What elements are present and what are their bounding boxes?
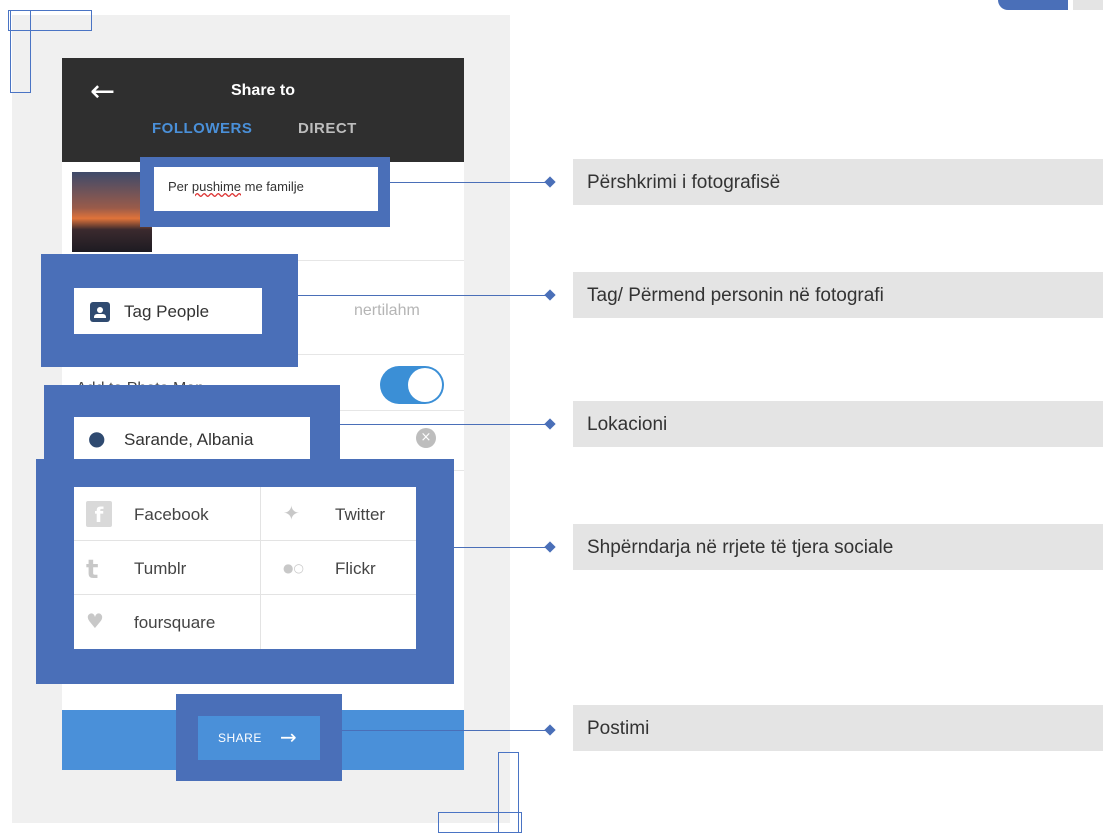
callout-marker <box>544 289 556 301</box>
share-foursquare[interactable]: ♥ foursquare <box>74 595 261 649</box>
twitter-label: Twitter <box>335 505 386 524</box>
flickr-label: Flickr <box>335 559 376 578</box>
clear-x-icon[interactable]: × <box>416 428 436 448</box>
share-tumblr[interactable]: t Tumblr <box>74 541 261 595</box>
misspelled-word: pushime <box>191 179 241 194</box>
tag-people-label: Tag People <box>124 302 210 321</box>
callout-marker <box>544 418 556 430</box>
callout-caption: Përshkrimi i fotografisë <box>573 159 1103 205</box>
corner-mark-vertical <box>10 10 31 93</box>
social-share-grid: f Facebook ✦ Twitter t Tumblr ●○ Flickr … <box>74 487 416 649</box>
tab-direct[interactable]: DIRECT <box>298 120 357 137</box>
share-header: ← Share to FOLLOWERS DIRECT <box>62 58 464 162</box>
callout-connector <box>454 547 546 548</box>
corner-mark-horizontal-bottom <box>438 812 522 833</box>
callout-connector <box>378 182 546 183</box>
callout-marker <box>544 176 556 188</box>
callout-tag: Tag/ Përmend personin në fotografi <box>573 272 1103 318</box>
share-twitter[interactable]: ✦ Twitter <box>261 487 416 541</box>
tumblr-icon: t <box>86 555 99 585</box>
callout-social: Shpërndarja në rrjete të tjera sociale <box>573 524 1103 570</box>
callout-marker <box>544 724 556 736</box>
caption-input[interactable]: Per pushime me familje <box>154 167 378 211</box>
callout-connector <box>298 295 546 296</box>
callout-connector <box>342 730 546 731</box>
facebook-icon: f <box>86 501 112 527</box>
callout-marker <box>544 541 556 553</box>
caption-text: Per pushime me familje <box>168 179 304 194</box>
map-pin-icon: ● <box>88 426 106 450</box>
share-facebook[interactable]: f Facebook <box>74 487 261 541</box>
person-badge-icon <box>90 302 110 322</box>
foursquare-label: foursquare <box>134 613 216 632</box>
top-right-tab-grey <box>1073 0 1103 10</box>
foursquare-icon: ♥ <box>86 609 104 633</box>
share-button[interactable]: SHARE → <box>198 716 320 760</box>
facebook-label: Facebook <box>134 505 209 524</box>
tumblr-label: Tumblr <box>134 559 187 578</box>
arrow-right-icon: → <box>280 725 297 749</box>
top-right-tab <box>998 0 1068 10</box>
callout-connector <box>340 424 546 425</box>
location-label: Sarande, Albania <box>124 430 254 449</box>
toggle-knob <box>408 368 442 402</box>
flickr-icon: ●○ <box>283 561 304 575</box>
tab-followers[interactable]: FOLLOWERS <box>152 120 252 137</box>
tag-people-button[interactable]: Tag People <box>74 288 262 334</box>
callout-location: Lokacioni <box>573 401 1103 447</box>
tagged-username: nertilahm <box>354 302 420 319</box>
callout-share: Postimi <box>573 705 1103 751</box>
page-title: Share to <box>230 82 295 99</box>
twitter-icon: ✦ <box>283 501 300 525</box>
share-flickr[interactable]: ●○ Flickr <box>261 541 416 595</box>
share-label: SHARE <box>218 731 262 745</box>
location-field[interactable]: ● Sarande, Albania <box>74 417 310 459</box>
